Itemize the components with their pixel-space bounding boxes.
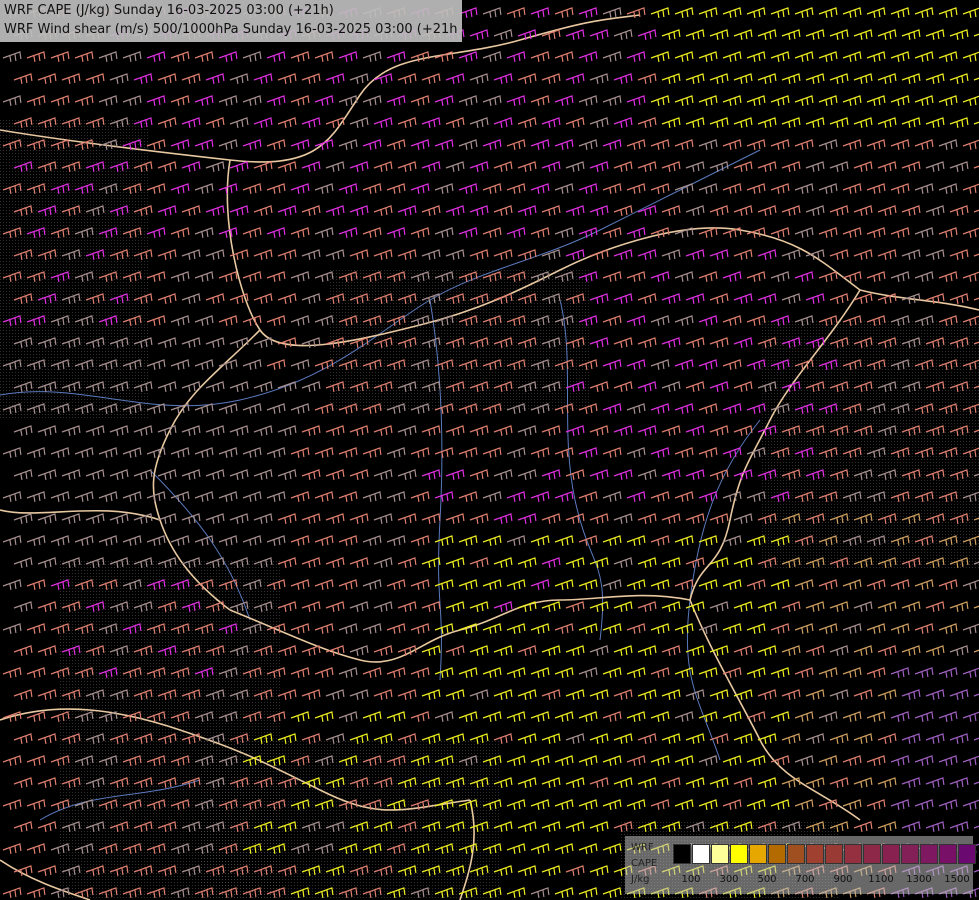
legend-label-model: WRF — [631, 842, 654, 853]
title-cape: WRF CAPE (J/kg) Sunday 16-03-2025 03:00 … — [4, 3, 334, 18]
legend-swatch — [882, 844, 900, 864]
legend-swatches — [673, 844, 977, 864]
cape-legend: WRF CAPE J/kg 100 300 500 700 900 1100 1300 150… — [625, 836, 976, 894]
terrain-stipple — [200, 740, 500, 900]
legend-swatch — [768, 844, 786, 864]
legend-tick: 700 — [795, 874, 815, 885]
legend-swatch — [958, 844, 976, 864]
legend-ticks: 100 300 500 700 900 1100 1300 1500 — [625, 874, 973, 888]
legend-tick: 900 — [833, 874, 853, 885]
legend-swatch — [825, 844, 843, 864]
terrain-stipple — [760, 320, 979, 570]
legend-tick: 1500 — [944, 874, 970, 885]
legend-tick: 1100 — [868, 874, 894, 885]
legend-tick: 1300 — [906, 874, 932, 885]
map-view[interactable]: WRF CAPE (J/kg) Sunday 16-03-2025 03:00 … — [0, 0, 979, 900]
legend-swatch — [730, 844, 748, 864]
legend-swatch — [844, 844, 862, 864]
legend-swatch — [920, 844, 938, 864]
map-canvas[interactable] — [0, 0, 979, 900]
legend-tick: 300 — [719, 874, 739, 885]
legend-swatch — [901, 844, 919, 864]
legend-label-variable: CAPE — [631, 858, 658, 869]
map-title-box: WRF CAPE (J/kg) Sunday 16-03-2025 03:00 … — [0, 0, 462, 42]
legend-swatch — [749, 844, 767, 864]
legend-tick: 500 — [757, 874, 777, 885]
legend-swatch — [939, 844, 957, 864]
title-wind-shear: WRF Wind shear (m/s) 500/1000hPa Sunday … — [4, 22, 458, 37]
legend-tick: 100 — [681, 874, 701, 885]
terrain-stipple — [330, 270, 590, 410]
legend-swatch — [787, 844, 805, 864]
legend-swatch — [806, 844, 824, 864]
legend-swatch — [863, 844, 881, 864]
legend-swatch — [692, 844, 710, 864]
legend-swatch — [673, 844, 691, 864]
legend-swatch — [711, 844, 729, 864]
